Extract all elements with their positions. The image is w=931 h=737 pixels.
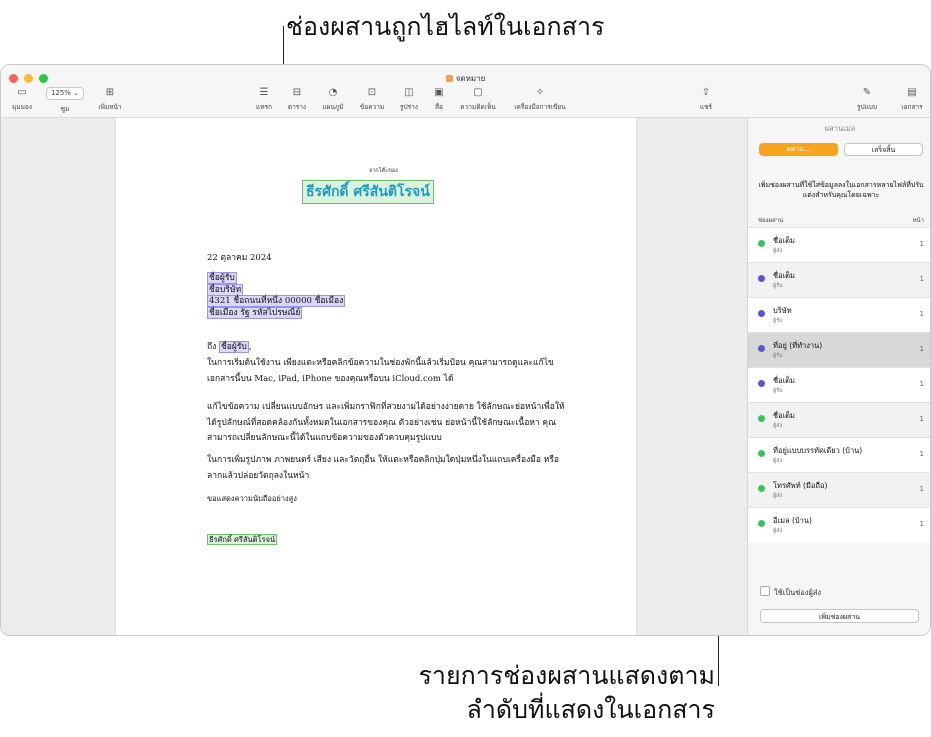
media-button[interactable]: ▣ สื่อ xyxy=(429,87,449,112)
callout-field-list-order: รายการช่องผสานแสดงตาม ลำดับที่แสดงในเอกส… xyxy=(418,659,715,727)
recipient-dot xyxy=(758,310,765,317)
writing-tools-icon: ✧ xyxy=(535,87,545,98)
zoom-select[interactable]: 125% ⌄ xyxy=(45,87,85,100)
address-field-line2[interactable]: ชื่อเมือง รัฐ รหัสไปรษณีย์ xyxy=(207,306,303,319)
merge-field-row[interactable]: บริษัท ผู้รับ 1 xyxy=(748,297,930,332)
merge-field-row[interactable]: ชื่อเต็ม ผู้รับ 1 xyxy=(748,262,930,297)
merge-field-row[interactable]: โทรศัพท์ (มือถือ) ผู้ส่ง 1 xyxy=(748,472,930,507)
body-paragraph-3[interactable]: ในการเพิ่มรูปภาพ ภาพยนตร์ เสียง และวัตถุ… xyxy=(207,453,572,484)
done-button[interactable]: เสร็จสิ้น xyxy=(844,143,923,156)
column-header-field: ช่องผสาน xyxy=(758,217,784,224)
callout-highlighted-fields: ช่องผสานถูกไฮไลท์ในเอกสาร xyxy=(286,12,605,41)
sender-dot xyxy=(758,520,765,527)
merge-description: เพิ่มช่องผสานที่ใช้ใส่ข้อมูลลงในเอกสารหล… xyxy=(758,181,924,199)
document-button[interactable]: ▤ เอกสาร xyxy=(897,87,927,112)
greeting-recipient-field[interactable]: ชื่อผู้รับ xyxy=(219,341,249,353)
sender-dot xyxy=(758,450,765,457)
recipient-name-field[interactable]: ชื่อผู้รับ xyxy=(207,272,237,284)
sender-dot xyxy=(758,415,765,422)
merge-field-list: ชื่อเต็ม ผู้ส่ง 1 ชื่อเต็ม ผู้รับ 1 บริษัท ผู… xyxy=(748,227,930,542)
recipient-dot xyxy=(758,380,765,387)
body-paragraph-1[interactable]: ในการเริ่มต้นใช้งาน เพียงแตะหรือคลิกข้อค… xyxy=(207,356,572,387)
checkbox-box[interactable] xyxy=(760,586,770,596)
table-button[interactable]: ⊟ ตาราง xyxy=(284,87,310,112)
merge-field-row[interactable]: ชื่อเต็ม ผู้ส่ง 1 xyxy=(748,402,930,437)
add-merge-field-button[interactable]: เพิ่มช่องผสาน xyxy=(760,609,919,623)
panel-title: ผสานเมล xyxy=(824,124,856,133)
sender-name-field[interactable]: ธีรศักดิ์ ศรีสันติโรจน์ xyxy=(302,180,434,204)
merge-button[interactable]: ผสาน... xyxy=(759,143,838,156)
share-button[interactable]: ⇪ แชร์ xyxy=(695,87,717,112)
address-field-line1[interactable]: 4321 ชื่อถนนที่หนึ่ง 00000 ชื่อเมือง xyxy=(207,295,346,307)
media-icon: ▣ xyxy=(434,87,444,98)
document-title: จดหมาย xyxy=(1,72,930,85)
app-window: จดหมาย ▭ มุมมอง 125% ⌄ ซูม ⊞ เพิ่มหน้า ☰ แทร… xyxy=(0,64,931,636)
merge-field-row-selected[interactable]: ที่อยู่ (ที่ทำงาน) ผู้รับ 1 xyxy=(748,332,930,367)
chart-icon: ◔ xyxy=(328,87,338,98)
closing-text[interactable]: ขอแสดงความนับถืออย่างสูง xyxy=(207,493,297,505)
document-page[interactable]: จากโต๊ะของ ธีรศักดิ์ ศรีสันติโรจน์ 22 ตุ… xyxy=(115,118,637,635)
textbox-icon: ⊡ xyxy=(367,87,377,98)
merge-field-row[interactable]: ชื่อเต็ม ผู้ส่ง 1 xyxy=(748,227,930,262)
merge-field-row[interactable]: ชื่อเต็ม ผู้รับ 1 xyxy=(748,367,930,402)
add-page-button[interactable]: ⊞ เพิ่มหน้า xyxy=(95,87,125,112)
plus-icon: ⊞ xyxy=(105,87,115,98)
signature-field[interactable]: ธีรศักดิ์ ศรีสันติโรจน์ xyxy=(207,534,278,546)
sidebar-icon: ▭ xyxy=(17,87,27,98)
writing-tools-button[interactable]: ✧ เครื่องมือการเขียน xyxy=(509,87,571,112)
insert-icon: ☰ xyxy=(259,87,269,98)
view-button[interactable]: ▭ มุมมอง xyxy=(9,87,35,112)
table-icon: ⊟ xyxy=(292,87,302,98)
document-canvas: จากโต๊ะของ ธีรศักดิ์ ศรีสันติโรจน์ 22 ตุ… xyxy=(1,118,747,635)
mail-merge-panel: ผสานเมล ผสาน... เสร็จสิ้น เพิ่มช่องผสานท… xyxy=(747,118,930,635)
chart-button[interactable]: ◔ แผนภูมิ xyxy=(318,87,348,112)
sender-dot xyxy=(758,485,765,492)
from-desk-label: จากโต๊ะของ xyxy=(369,168,398,174)
recipient-dot xyxy=(758,345,765,352)
use-as-sender-checkbox[interactable]: ใช้เป็นช่องผู้ส่ง xyxy=(760,586,821,599)
shape-button[interactable]: ◫ รูปร่าง xyxy=(395,87,423,112)
greeting-line: ถึง ชื่อผู้รับ, xyxy=(207,341,252,353)
comment-button[interactable]: ▢ ความคิดเห็น xyxy=(456,87,500,112)
recipient-address-block: ชื่อผู้รับ ชื่อบริษัท 4321 ชื่อถนนที่หนึ… xyxy=(207,272,346,319)
paintbrush-icon: ✎ xyxy=(862,87,872,98)
body-paragraph-2[interactable]: แก้ไขข้อความ เปลี่ยนแบบอักษร และเพิ่มกรา… xyxy=(207,400,572,447)
sender-dot xyxy=(758,240,765,247)
comment-icon: ▢ xyxy=(473,87,483,98)
document-inspector-icon: ▤ xyxy=(907,87,917,98)
date-text[interactable]: 22 ตุลาคม 2024 xyxy=(207,250,272,264)
format-button[interactable]: ✎ รูปแบบ xyxy=(852,87,882,112)
insert-button[interactable]: ☰ แทรก xyxy=(253,87,275,112)
recipient-dot xyxy=(758,275,765,282)
zoom-control[interactable]: 125% ⌄ ซูม xyxy=(45,87,85,114)
company-field[interactable]: ชื่อบริษัท xyxy=(207,283,244,296)
merge-field-row[interactable]: อีเมล (บ้าน) ผู้ส่ง 1 xyxy=(748,507,930,542)
callout-line-1: รายการช่องผสานแสดงตาม xyxy=(418,661,715,690)
text-button[interactable]: ⊡ ข้อความ xyxy=(356,87,388,112)
merge-field-row[interactable]: ที่อยู่แบบบรรทัดเดียว (บ้าน) ผู้ส่ง 1 xyxy=(748,437,930,472)
share-icon: ⇪ xyxy=(701,87,711,98)
callout-line-2: ลำดับที่แสดงในเอกสาร xyxy=(466,695,715,724)
shape-icon: ◫ xyxy=(404,87,414,98)
title-bar: จดหมาย ▭ มุมมอง 125% ⌄ ซูม ⊞ เพิ่มหน้า ☰ แทร… xyxy=(1,65,930,118)
column-header-page: หน้า xyxy=(912,217,924,224)
document-icon xyxy=(445,75,453,82)
